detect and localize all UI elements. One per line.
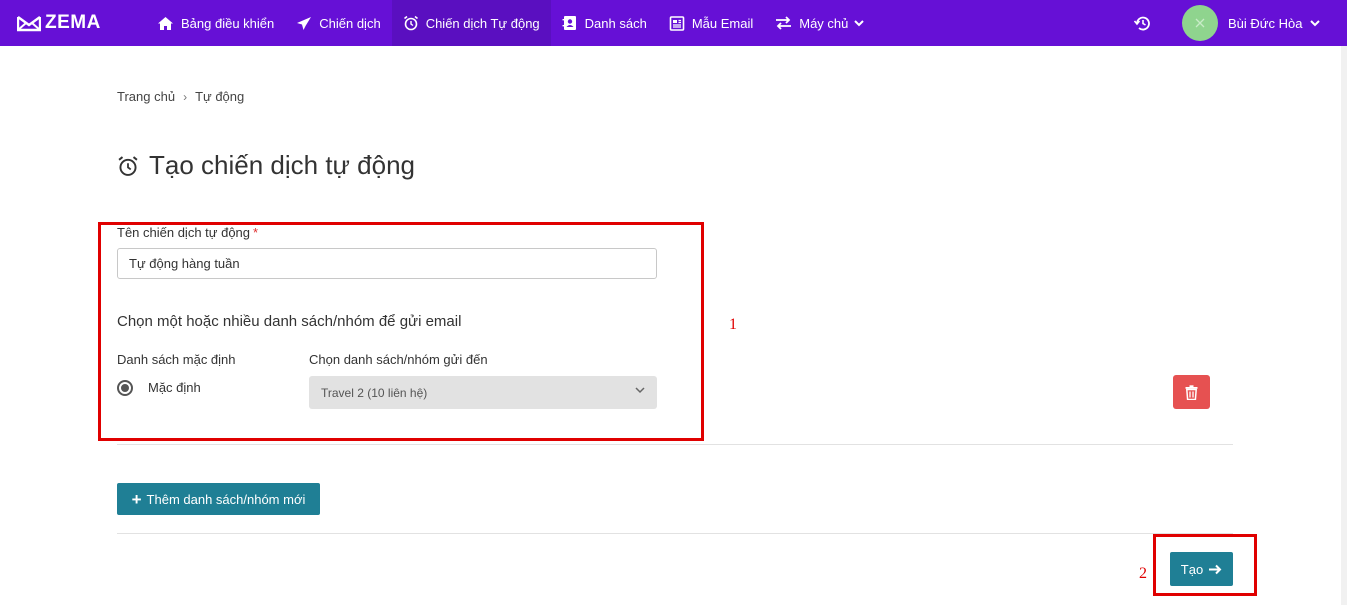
exchange-arrows-icon xyxy=(775,16,792,30)
annotation-number-1: 1 xyxy=(729,316,737,333)
nav-item-label: Máy chủ xyxy=(799,15,849,31)
section-divider xyxy=(117,444,1233,445)
history-button[interactable] xyxy=(1133,13,1153,33)
main-nav: Bảng điều khiển Chiến dịch Chiến dịch Tự… xyxy=(146,0,875,46)
delete-list-button[interactable] xyxy=(1173,375,1210,409)
nav-item-label: Mẫu Email xyxy=(691,15,754,31)
annotation-box-1 xyxy=(98,222,704,441)
nav-item-label: Chiến dịch xyxy=(319,15,381,31)
address-book-icon xyxy=(562,15,578,31)
history-icon xyxy=(1134,16,1150,30)
annotation-number-2: 2 xyxy=(1139,565,1147,582)
brand-name: ZEMA xyxy=(45,12,101,33)
home-icon xyxy=(157,16,174,31)
plus-icon: + xyxy=(131,489,142,509)
brand-logo[interactable]: ZEMA xyxy=(17,0,101,46)
page-scrollbar[interactable] xyxy=(1341,46,1347,605)
nav-item-label: Danh sách xyxy=(584,15,647,31)
breadcrumb-home[interactable]: Trang chủ xyxy=(117,89,175,104)
page-title-text: Tạo chiến dịch tự động xyxy=(149,150,416,180)
nav-item-dashboard[interactable]: Bảng điều khiển xyxy=(146,0,285,46)
nav-item-lists[interactable]: Danh sách xyxy=(551,0,658,46)
paper-plane-icon xyxy=(296,16,312,31)
nav-item-automation[interactable]: Chiến dịch Tự động xyxy=(391,0,551,46)
nav-item-servers[interactable]: Máy chủ xyxy=(764,0,875,46)
alarm-clock-icon xyxy=(117,155,139,177)
avatar-placeholder-icon xyxy=(1195,18,1205,28)
annotation-box-2 xyxy=(1153,534,1257,596)
newspaper-icon xyxy=(669,15,685,31)
top-navbar: ZEMA Bảng điều khiển Chiến dịch Chiến dị… xyxy=(0,0,1347,46)
nav-item-email-templates[interactable]: Mẫu Email xyxy=(658,0,764,46)
user-menu[interactable]: Bùi Đức Hòa xyxy=(1228,0,1321,46)
breadcrumb-separator: › xyxy=(183,89,188,104)
nav-item-campaigns[interactable]: Chiến dịch xyxy=(285,0,391,46)
user-name: Bùi Đức Hòa xyxy=(1228,15,1303,31)
nav-item-label: Chiến dịch Tự động xyxy=(425,15,540,31)
chevron-down-icon xyxy=(854,19,865,27)
breadcrumb-current: Tự động xyxy=(195,89,245,104)
chevron-down-icon xyxy=(1310,19,1321,27)
avatar[interactable] xyxy=(1182,5,1218,41)
page-title: Tạo chiến dịch tự động xyxy=(117,150,415,181)
envelope-logo-icon xyxy=(17,15,41,31)
breadcrumb: Trang chủ › Tự động xyxy=(117,89,244,104)
add-list-group-button[interactable]: + Thêm danh sách/nhóm mới xyxy=(117,483,320,515)
section-divider xyxy=(117,533,1233,534)
add-list-group-label: Thêm danh sách/nhóm mới xyxy=(146,491,306,507)
nav-item-label: Bảng điều khiển xyxy=(181,15,275,31)
alarm-clock-icon xyxy=(403,15,419,31)
trash-icon xyxy=(1185,384,1198,400)
